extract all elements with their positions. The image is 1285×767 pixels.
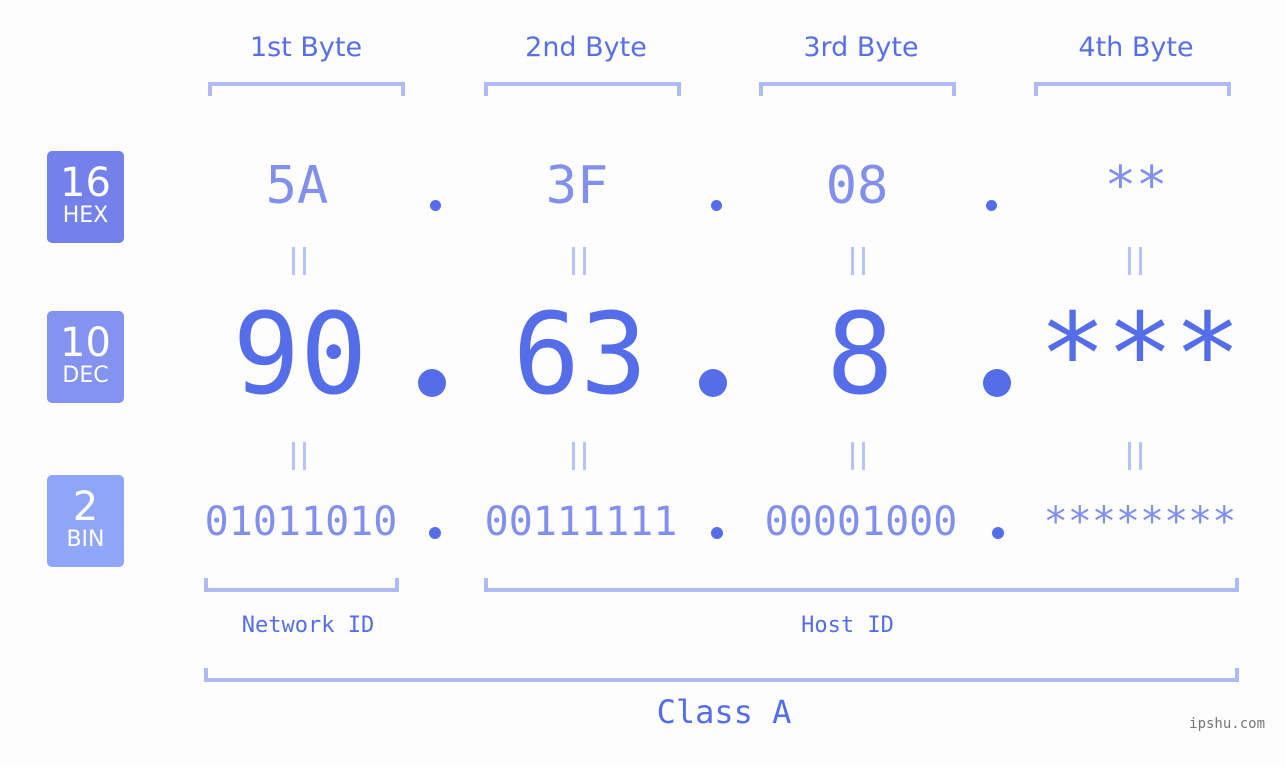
byte-header-2: 2nd Byte <box>525 32 647 63</box>
equals-icon <box>572 442 586 470</box>
network-id-label: Network ID <box>241 613 375 638</box>
byte-header-1: 1st Byte <box>249 32 363 63</box>
equals-icon <box>1128 247 1142 275</box>
byte-header-3: 3rd Byte <box>803 32 919 63</box>
hex-badge-number: 16 <box>60 160 111 206</box>
dec-value-2: 63 <box>512 290 648 420</box>
hex-dot-3 <box>986 200 997 211</box>
hex-value-1: 5A <box>265 156 329 216</box>
dec-dot-1 <box>418 369 446 397</box>
bin-badge: 2 BIN <box>47 475 124 567</box>
bin-dot-1 <box>429 527 441 539</box>
hex-badge: 16 HEX <box>47 151 124 243</box>
equals-icon <box>292 247 306 275</box>
class-label: Class A <box>656 693 792 731</box>
equals-icon <box>851 442 865 470</box>
equals-icon <box>1128 442 1142 470</box>
bin-value-1: 01011010 <box>204 499 398 545</box>
equals-icon <box>851 247 865 275</box>
byte-bracket-2 <box>484 82 681 96</box>
hex-badge-label: HEX <box>62 203 109 228</box>
bin-dot-2 <box>711 527 723 539</box>
dec-badge-number: 10 <box>60 320 111 366</box>
watermark: ipshu.com <box>1189 716 1265 732</box>
bin-value-4: ******** <box>1043 499 1237 545</box>
dec-value-3: 8 <box>826 290 894 420</box>
dec-badge: 10 DEC <box>47 311 124 403</box>
dec-badge-label: DEC <box>62 363 109 388</box>
dec-value-4: *** <box>1038 290 1242 420</box>
hex-value-2: 3F <box>545 156 609 216</box>
bin-badge-number: 2 <box>72 484 99 530</box>
dec-dot-3 <box>983 369 1011 397</box>
byte-bracket-1 <box>208 82 405 96</box>
byte-bracket-4 <box>1034 82 1231 96</box>
equals-icon <box>572 247 586 275</box>
network-id-bracket <box>204 578 399 592</box>
bin-badge-label: BIN <box>66 527 105 552</box>
hex-value-3: 08 <box>825 156 889 216</box>
bin-value-2: 00111111 <box>484 499 678 545</box>
hex-dot-1 <box>430 200 441 211</box>
hex-dot-2 <box>711 200 722 211</box>
class-bracket <box>204 668 1239 682</box>
host-id-bracket <box>484 578 1239 592</box>
bin-value-3: 00001000 <box>764 499 958 545</box>
bin-dot-3 <box>992 527 1004 539</box>
byte-bracket-3 <box>759 82 956 96</box>
equals-icon <box>292 442 306 470</box>
host-id-label: Host ID <box>801 613 894 638</box>
dec-dot-2 <box>699 369 727 397</box>
hex-value-4: ** <box>1104 156 1168 216</box>
dec-value-1: 90 <box>232 290 368 420</box>
byte-header-4: 4th Byte <box>1078 32 1194 63</box>
